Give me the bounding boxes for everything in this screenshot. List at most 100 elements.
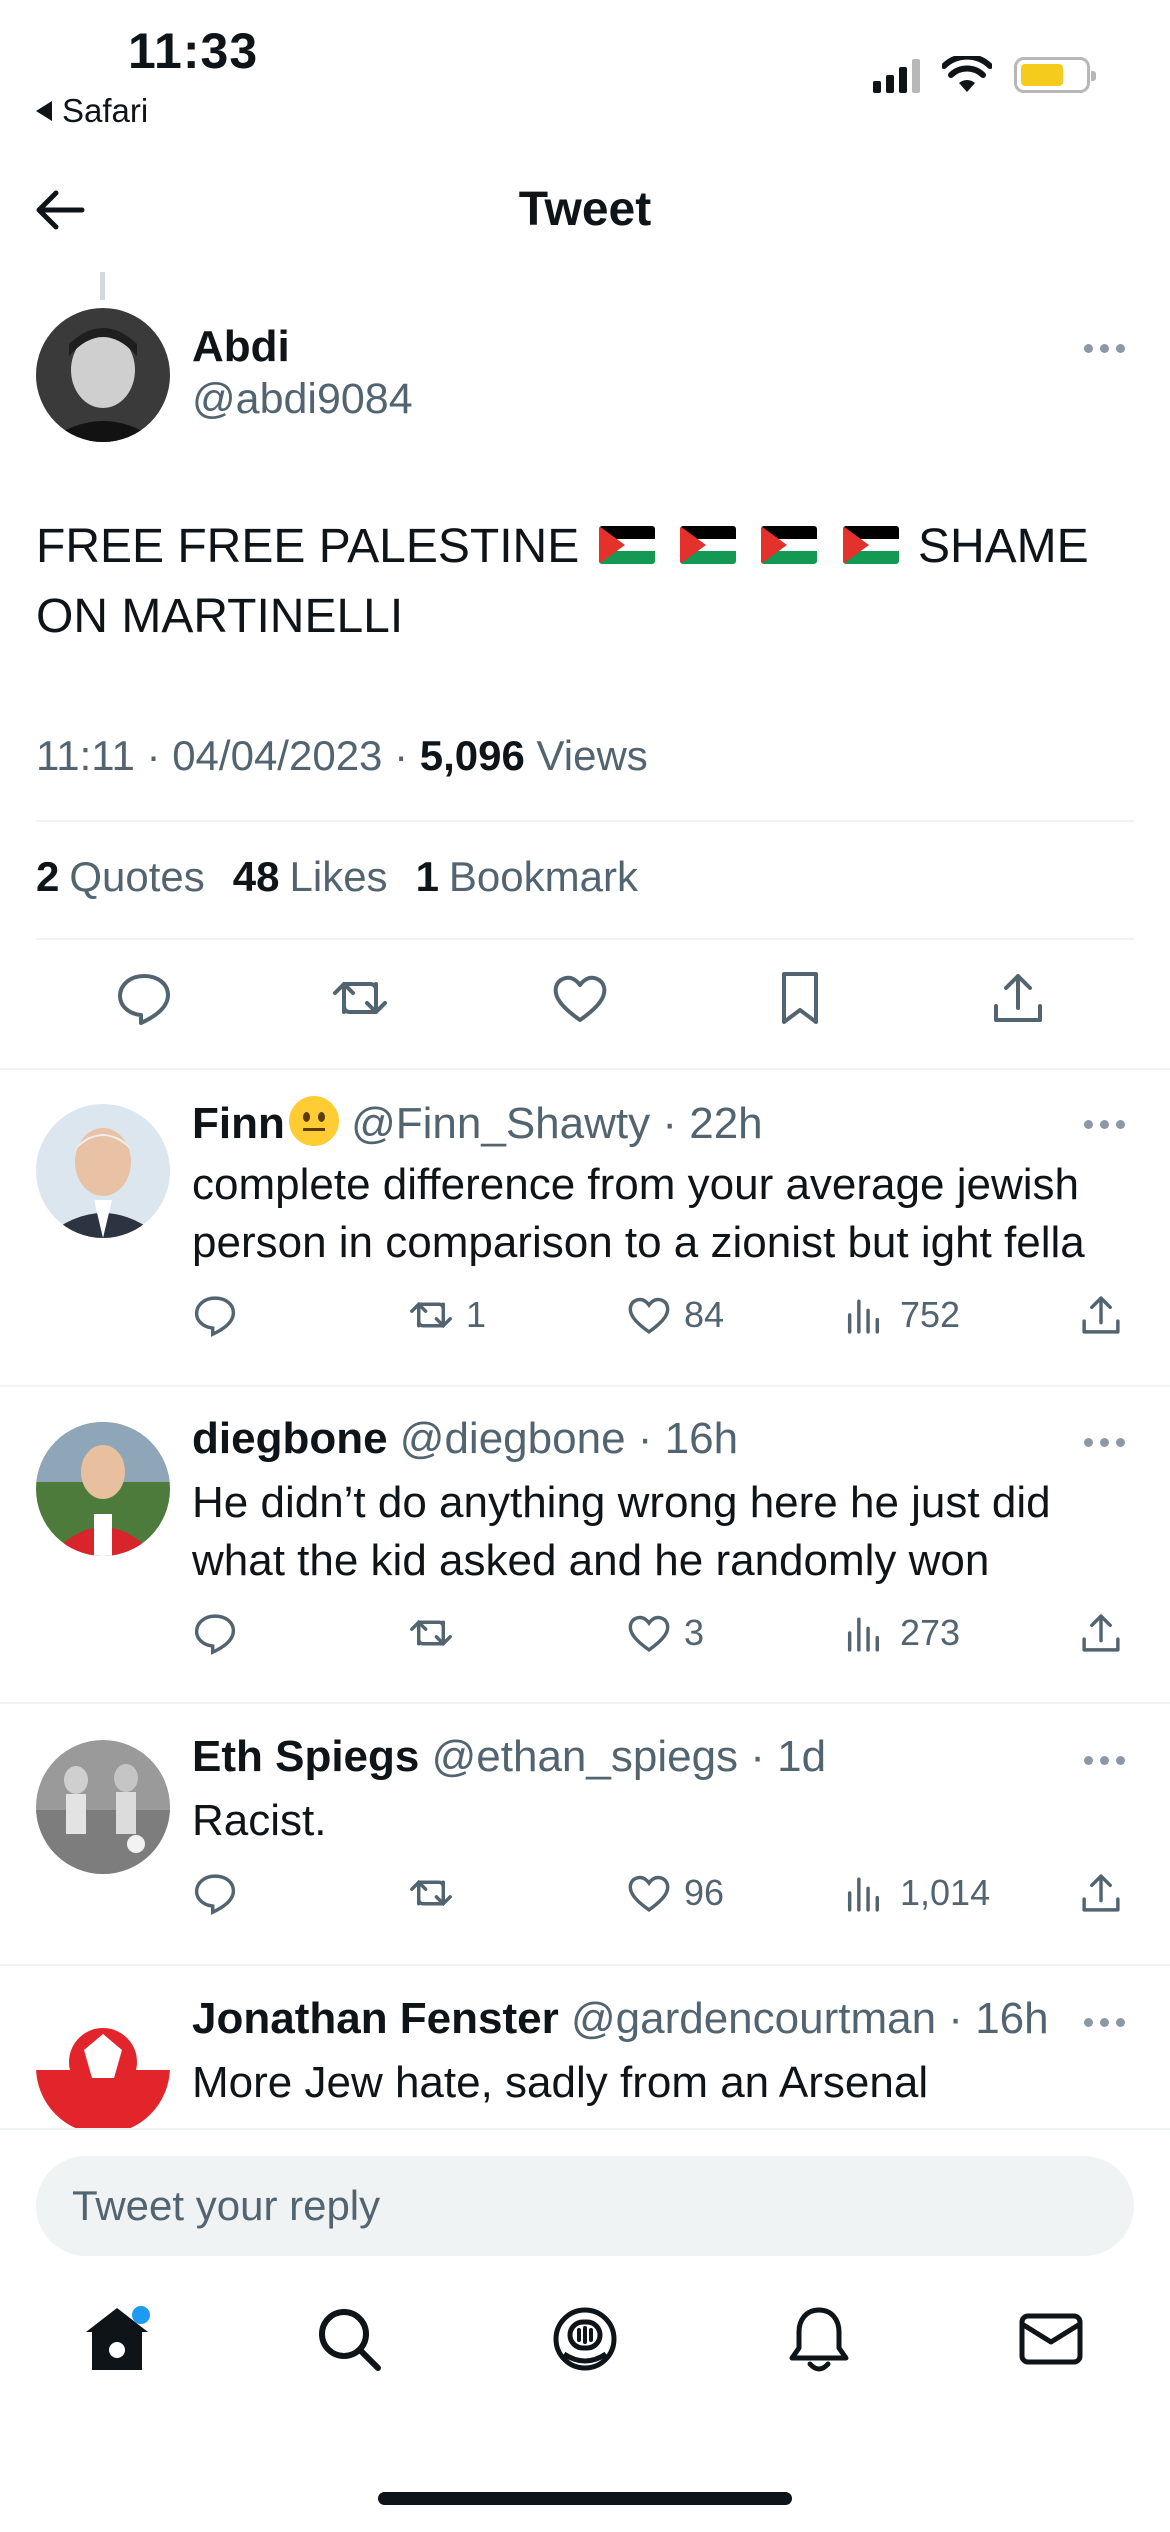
- battery-icon: [1014, 57, 1096, 93]
- notifications-icon[interactable]: [782, 2302, 856, 2376]
- reply-age: 16h: [975, 1994, 1049, 2043]
- bookmarks-stat[interactable]: 1 Bookmark: [416, 853, 638, 901]
- reply-text: complete difference from your average je…: [192, 1160, 1085, 1267]
- retweet-icon: [410, 1879, 452, 1907]
- reply-author-handle[interactable]: @gardencourtman: [571, 1994, 936, 2043]
- like-icon[interactable]: [550, 968, 610, 1028]
- more-options-icon[interactable]: [1084, 2018, 1125, 2027]
- author-handle[interactable]: @abdi9084: [192, 375, 413, 424]
- messages-icon[interactable]: [1014, 2302, 1088, 2376]
- reply-icon: [194, 1296, 236, 1337]
- wifi-icon: [942, 56, 992, 92]
- tweet-date: 04/04/2023: [172, 732, 383, 779]
- reply-icon: [194, 1614, 236, 1655]
- views-label: Views: [536, 732, 648, 779]
- avatar[interactable]: [36, 1740, 170, 1874]
- share-icon: [1082, 1296, 1120, 1334]
- reply-age: 16h: [664, 1414, 739, 1463]
- retweet-icon[interactable]: [330, 968, 390, 1028]
- palestine-flag-icon: [761, 526, 818, 564]
- neutral-face-emoji-icon: [288, 1096, 339, 1146]
- avatar[interactable]: [36, 1104, 170, 1238]
- back-to-app-link[interactable]: Safari: [36, 92, 148, 130]
- share-icon: [1082, 1874, 1120, 1912]
- reply-actions: 1 84 752: [192, 1292, 1142, 1348]
- reply-text: More Jew hate, sadly from an Arsenal: [192, 2058, 929, 2107]
- back-triangle-icon: [36, 101, 52, 121]
- like-button[interactable]: 96: [626, 1870, 724, 1916]
- share-button[interactable]: [1078, 1292, 1124, 1338]
- tweet-actions: [0, 968, 1170, 1038]
- tweet-time: 11:11: [36, 732, 135, 779]
- views-count: 1,014: [900, 1872, 991, 1913]
- more-options-icon[interactable]: [1084, 344, 1125, 353]
- reply-author-name[interactable]: Jonathan Fenster: [192, 1994, 559, 2043]
- divider: [0, 1068, 1170, 1070]
- palestine-flag-icon: [842, 526, 899, 564]
- reply-text: Racist.: [192, 1796, 327, 1845]
- views-icon: [847, 1617, 879, 1652]
- home-indicator: [378, 2492, 792, 2505]
- views-button[interactable]: 1,014: [842, 1870, 990, 1916]
- reply-button[interactable]: [192, 1292, 238, 1338]
- more-options-icon[interactable]: [1084, 1120, 1125, 1129]
- like-icon: [628, 1875, 670, 1912]
- like-button[interactable]: 84: [626, 1292, 724, 1338]
- share-icon[interactable]: [988, 968, 1048, 1028]
- reply-author-name[interactable]: Finn: [192, 1099, 285, 1148]
- reply-author-handle[interactable]: @diegbone: [400, 1414, 626, 1463]
- reply-author-handle[interactable]: @Finn_Shawty: [351, 1099, 650, 1148]
- retweet-button[interactable]: 1: [408, 1292, 486, 1338]
- reply-composer-bar: Tweet your reply: [0, 2128, 1170, 2532]
- views-button[interactable]: 752: [842, 1292, 960, 1338]
- reply-age: 1d: [777, 1732, 827, 1781]
- page-title: Tweet: [518, 183, 652, 236]
- like-count: 3: [684, 1612, 705, 1653]
- reply-author-name[interactable]: Eth Spiegs: [192, 1732, 419, 1781]
- header: Tweet: [0, 160, 1170, 270]
- palestine-flag-icon: [598, 526, 655, 564]
- bookmark-icon[interactable]: [770, 968, 830, 1028]
- views-icon: [847, 1877, 879, 1912]
- quotes-stat[interactable]: 2 Quotes: [36, 853, 205, 901]
- spaces-icon[interactable]: [548, 2302, 622, 2376]
- share-icon: [1082, 1614, 1120, 1652]
- divider: [0, 1385, 1170, 1387]
- retweet-icon: [410, 1301, 452, 1329]
- reply-author-name[interactable]: diegbone: [192, 1414, 388, 1463]
- avatar[interactable]: [36, 2000, 170, 2134]
- reply-button[interactable]: [192, 1610, 238, 1656]
- author-name[interactable]: Abdi: [192, 322, 290, 372]
- divider: [36, 820, 1134, 822]
- retweet-button[interactable]: [408, 1870, 454, 1916]
- search-icon[interactable]: [312, 2302, 386, 2376]
- more-options-icon[interactable]: [1084, 1756, 1125, 1765]
- likes-stat[interactable]: 48 Likes: [233, 853, 388, 901]
- views-count: 273: [900, 1612, 961, 1653]
- views-count: 5,096: [419, 732, 525, 779]
- avatar[interactable]: [36, 1422, 170, 1556]
- retweet-button[interactable]: [408, 1610, 454, 1656]
- avatar[interactable]: [36, 308, 170, 442]
- reply-button[interactable]: [192, 1870, 238, 1916]
- reply-input[interactable]: Tweet your reply: [36, 2156, 1134, 2256]
- more-options-icon[interactable]: [1084, 1438, 1125, 1447]
- reply-icon: [194, 1874, 236, 1915]
- reply-header: Finn @Finn_Shawty · 22h: [192, 1096, 763, 1149]
- notification-dot: [132, 2306, 150, 2324]
- status-icons: [873, 56, 1096, 94]
- tweet-stats: 2 Quotes 48 Likes 1 Bookmark: [36, 853, 638, 901]
- views-icon: [847, 1299, 879, 1334]
- back-app-label: Safari: [62, 92, 149, 129]
- share-button[interactable]: [1078, 1870, 1124, 1916]
- thread-line: [100, 272, 105, 300]
- reply-header: Eth Spiegs @ethan_spiegs · 1d: [192, 1732, 827, 1781]
- like-button[interactable]: 3: [626, 1610, 704, 1656]
- reply-author-handle[interactable]: @ethan_spiegs: [432, 1732, 738, 1781]
- views-button[interactable]: 273: [842, 1610, 960, 1656]
- retweet-icon: [410, 1619, 452, 1647]
- reply-icon[interactable]: [114, 968, 174, 1028]
- divider: [0, 1702, 1170, 1704]
- like-count: 96: [684, 1872, 725, 1913]
- share-button[interactable]: [1078, 1610, 1124, 1656]
